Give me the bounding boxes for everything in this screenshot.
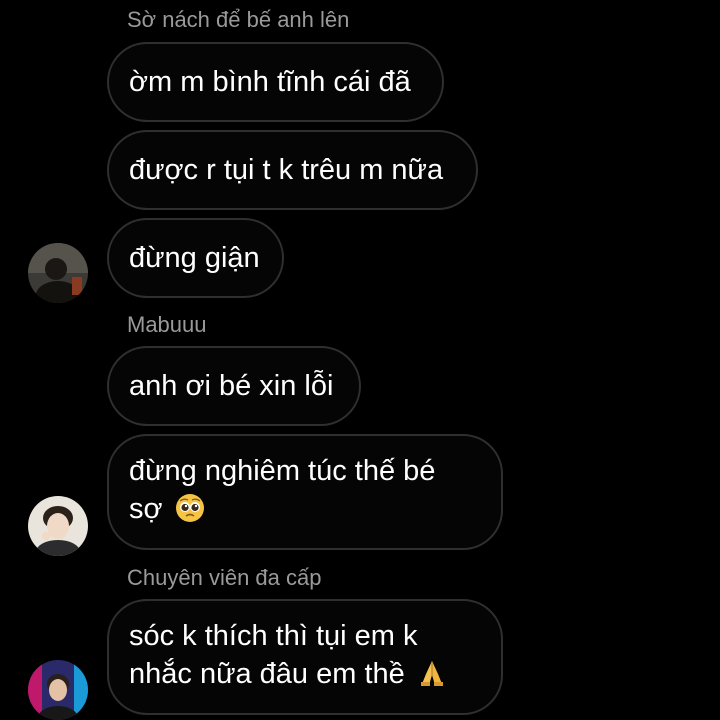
message-text-line: nhắc nữa đâu em thề bbox=[129, 655, 481, 698]
sender-name: Chuyên viên đa cấp bbox=[127, 565, 322, 590]
message-bubble[interactable]: đừng nghiêm túc thế bé sợ bbox=[107, 434, 503, 550]
sender-name: Mabuuu bbox=[127, 312, 207, 337]
message-bubble[interactable]: sóc k thích thì tụi em k nhắc nữa đâu em… bbox=[107, 599, 503, 715]
message-bubble[interactable]: ờm m bình tĩnh cái đã bbox=[107, 42, 444, 122]
message-bubble[interactable]: đừng giận bbox=[107, 218, 284, 298]
pleading-face-icon bbox=[175, 493, 205, 533]
message-text: ờm m bình tĩnh cái đã bbox=[129, 66, 411, 98]
user-avatar-light-hair-icon bbox=[28, 496, 88, 556]
user-avatar-neon-icon bbox=[28, 660, 88, 720]
folded-hands-icon bbox=[417, 658, 447, 698]
avatar[interactable] bbox=[28, 660, 88, 720]
message-text: nhắc nữa đâu em thề bbox=[129, 658, 405, 690]
message-text-line: sợ bbox=[129, 490, 481, 533]
message-text: anh ơi bé xin lỗi bbox=[129, 370, 334, 402]
avatar[interactable] bbox=[28, 496, 88, 556]
sender-name: Sờ nách để bế anh lên bbox=[127, 7, 350, 32]
message-text: sợ bbox=[129, 493, 163, 525]
message-text: đừng nghiêm túc thế bé bbox=[129, 455, 436, 487]
user-avatar-dark-hair-icon bbox=[28, 243, 88, 303]
message-text: đừng giận bbox=[129, 242, 260, 274]
message-bubble[interactable]: được r tụi t k trêu m nữa bbox=[107, 130, 478, 210]
message-bubble[interactable]: anh ơi bé xin lỗi bbox=[107, 346, 361, 426]
avatar[interactable] bbox=[28, 243, 88, 303]
message-text: được r tụi t k trêu m nữa bbox=[129, 154, 444, 186]
message-text: sóc k thích thì tụi em k bbox=[129, 620, 418, 652]
